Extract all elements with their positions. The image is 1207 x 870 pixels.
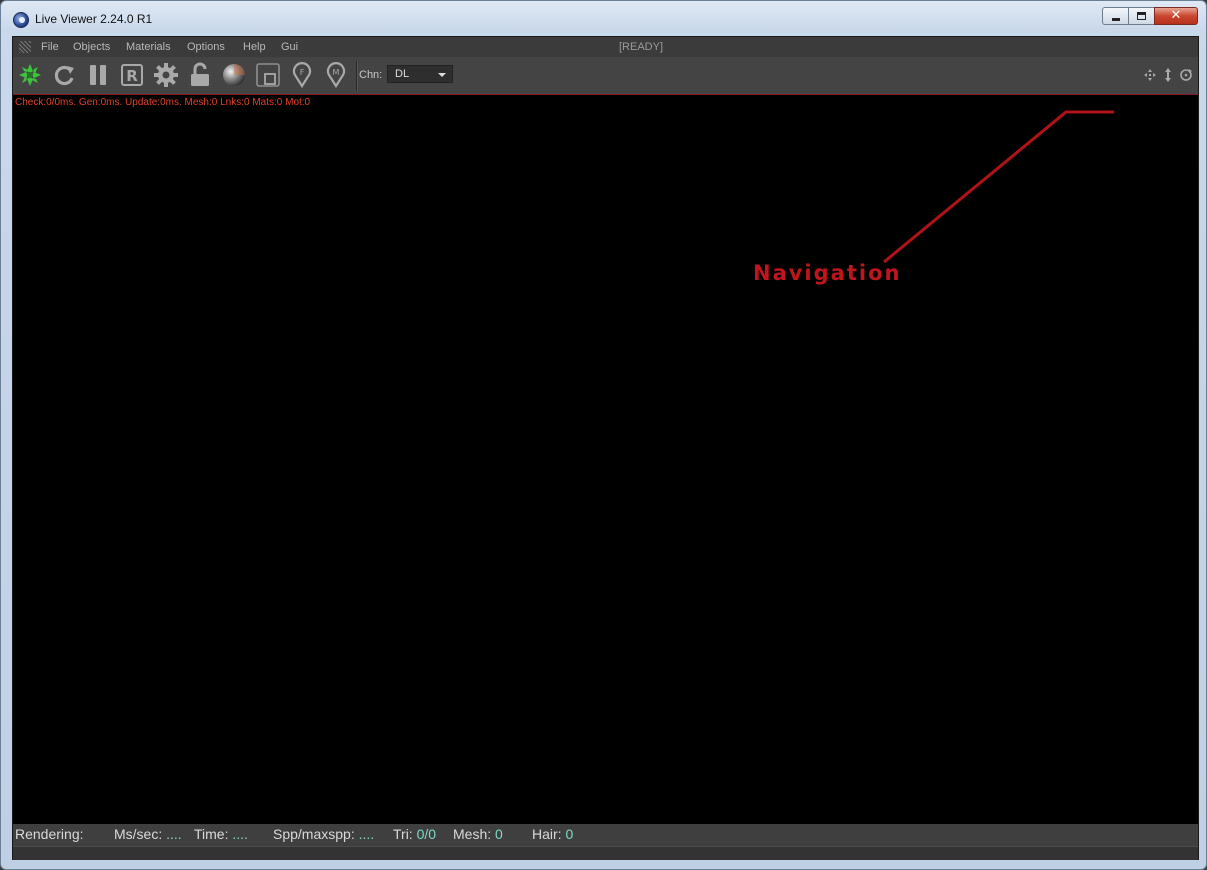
octane-logo-icon[interactable]	[17, 62, 43, 88]
time-value: ....	[232, 826, 248, 842]
maximize-button[interactable]	[1128, 7, 1154, 25]
sphere-icon[interactable]	[221, 62, 247, 88]
svg-text:M: M	[333, 68, 340, 77]
maximize-icon	[1137, 12, 1146, 20]
tri-label: Tri:	[393, 826, 413, 842]
minimize-button[interactable]	[1102, 7, 1128, 25]
annotation-pointer-line	[883, 110, 1114, 264]
menu-gui[interactable]: Gui	[281, 41, 298, 53]
mesh-readout: Mesh: 0	[453, 826, 503, 842]
ms-sec-label: Ms/sec:	[114, 826, 163, 842]
menu-grip-icon[interactable]	[19, 41, 31, 53]
orbit-icon[interactable]	[1178, 68, 1194, 82]
navigation-annotation: Navigation	[753, 261, 902, 285]
gear-icon[interactable]	[153, 62, 179, 88]
tri-readout: Tri: 0/0	[393, 826, 436, 842]
client-area: File Objects Materials Options Help Gui …	[12, 36, 1199, 860]
unlock-icon[interactable]	[187, 62, 213, 88]
ms-sec-value: ....	[166, 826, 182, 842]
minimize-icon	[1112, 18, 1120, 21]
mesh-value: 0	[495, 826, 503, 842]
window-title: Live Viewer 2.24.0 R1	[35, 12, 153, 26]
time-label: Time:	[194, 826, 229, 842]
menu-bar: File Objects Materials Options Help Gui …	[13, 37, 1198, 57]
render-status: [READY]	[619, 41, 664, 53]
title-bar[interactable]: Live Viewer 2.24.0 R1 ✕	[1, 1, 1206, 35]
menu-file[interactable]: File	[41, 41, 59, 53]
hair-value: 0	[565, 826, 574, 842]
material-pin-icon[interactable]: M	[323, 62, 349, 88]
close-button[interactable]: ✕	[1154, 7, 1198, 25]
dolly-icon[interactable]	[1160, 68, 1176, 82]
spp-label: Spp/maxspp:	[273, 826, 355, 842]
mesh-label: Mesh:	[453, 826, 492, 842]
refresh-icon[interactable]	[51, 62, 77, 88]
menu-options[interactable]: Options	[187, 41, 225, 53]
bottom-strip	[13, 846, 1198, 860]
region-icon[interactable]	[255, 62, 281, 88]
hair-label: Hair:	[532, 826, 562, 842]
channel-label: Chn:	[359, 69, 383, 81]
spp-value: ....	[358, 826, 375, 842]
time-readout: Time: ....	[194, 826, 248, 842]
move-icon[interactable]	[1142, 68, 1158, 82]
ms-sec-readout: Ms/sec: ....	[114, 826, 182, 842]
r-box-icon[interactable]: R	[119, 62, 145, 88]
menu-help[interactable]: Help	[243, 41, 266, 53]
focus-pin-icon[interactable]: F	[289, 62, 315, 88]
tri-value: 0/0	[416, 826, 437, 842]
svg-text:F: F	[300, 68, 305, 77]
pause-icon[interactable]	[85, 62, 111, 88]
status-bar: Rendering: Ms/sec: .... Time: .... Spp/m…	[13, 824, 1198, 846]
menu-objects[interactable]: Objects	[73, 41, 110, 53]
close-icon: ✕	[1170, 8, 1182, 23]
hair-readout: Hair: 0	[532, 826, 573, 842]
cinema4d-app-icon	[13, 12, 29, 28]
toolbar-separator	[356, 61, 358, 91]
svg-text:R: R	[126, 67, 138, 85]
channel-select[interactable]: DL	[387, 65, 453, 83]
menu-materials[interactable]: Materials	[126, 41, 171, 53]
app-window: Live Viewer 2.24.0 R1 ✕ File Objects Mat…	[0, 0, 1207, 870]
chevron-down-icon	[438, 73, 446, 77]
spp-readout: Spp/maxspp: ....	[273, 826, 374, 842]
navigation-icons	[1142, 68, 1194, 82]
rendering-label: Rendering:	[15, 826, 84, 842]
channel-value: DL	[395, 68, 410, 80]
window-controls: ✕	[1102, 7, 1198, 27]
toolbar: R F M Chn: DL	[13, 57, 1198, 95]
render-viewport[interactable]: Check:0/0ms. Gen:0ms. Update:0ms. Mesh:0…	[13, 95, 1198, 824]
